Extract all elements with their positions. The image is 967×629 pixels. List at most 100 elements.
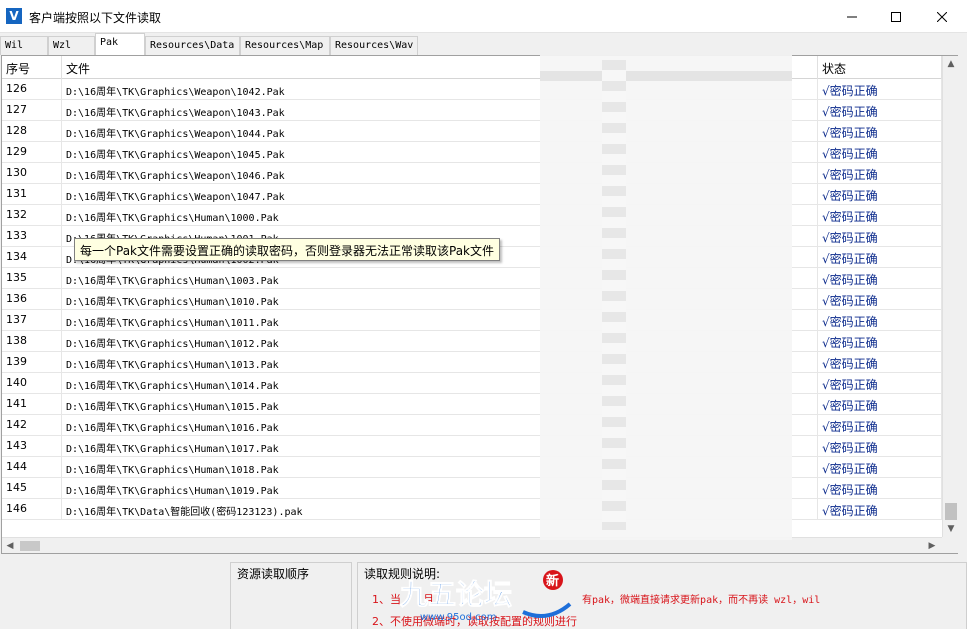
table-row[interactable]: 142 D:\16周年\TK\Graphics\Human\1016.Pak √密码…	[2, 415, 942, 436]
row-number: 137	[2, 310, 62, 330]
scroll-up-icon[interactable]: ▲	[943, 56, 959, 72]
scroll-right-icon[interactable]: ▶	[924, 538, 940, 554]
table-row[interactable]: 140 D:\16周年\TK\Graphics\Human\1014.Pak √密码…	[2, 373, 942, 394]
tab-wzl[interactable]: Wzl	[48, 36, 95, 55]
row-status: √密码正确	[818, 499, 942, 519]
rule-1-suffix: 有pak，微端直接请求更新pak，而不再读 wzl，wil	[582, 595, 821, 606]
table-row[interactable]: 141 D:\16周年\TK\Graphics\Human\1015.Pak √密码…	[2, 394, 942, 415]
table-row[interactable]: 130 D:\16周年\TK\Graphics\Weapon\1046.Pak √密…	[2, 163, 942, 184]
row-status: √密码正确	[818, 457, 942, 477]
table-row[interactable]: 131 D:\16周年\TK\Graphics\Weapon\1047.Pak √密…	[2, 184, 942, 205]
horizontal-scrollbar[interactable]: ◀ ▶	[2, 537, 942, 553]
row-number: 135	[2, 268, 62, 288]
row-number: 144	[2, 457, 62, 477]
row-number: 142	[2, 415, 62, 435]
resource-order-title: 资源读取顺序	[237, 567, 310, 581]
row-status: √密码正确	[818, 331, 942, 351]
row-number: 146	[2, 499, 62, 519]
scroll-down-icon[interactable]: ▼	[943, 521, 959, 537]
minimize-icon	[847, 16, 857, 17]
row-number: 130	[2, 163, 62, 183]
row-number: 140	[2, 373, 62, 393]
row-number: 143	[2, 436, 62, 456]
row-number: 129	[2, 142, 62, 162]
row-number: 145	[2, 478, 62, 498]
table-row[interactable]: 127 D:\16周年\TK\Graphics\Weapon\1043.Pak √密…	[2, 100, 942, 121]
scrollbar-corner	[942, 537, 958, 553]
row-number: 127	[2, 100, 62, 120]
column-header-number[interactable]: 序号	[2, 56, 62, 79]
tab-resources-map[interactable]: Resources\Map	[240, 36, 330, 55]
table-row[interactable]: 132 D:\16周年\TK\Graphics\Human\1000.Pak √密码…	[2, 205, 942, 226]
maximize-button[interactable]	[873, 0, 919, 33]
blur-strip	[602, 60, 626, 530]
app-icon: V	[6, 8, 22, 24]
table-row[interactable]: 146 D:\16周年\TK\Data\智能回收(密码123123).pak √密码…	[2, 499, 942, 520]
row-number: 126	[2, 79, 62, 99]
row-status: √密码正确	[818, 79, 942, 99]
table-row[interactable]: 128 D:\16周年\TK\Graphics\Weapon\1044.Pak √密…	[2, 121, 942, 142]
table-row[interactable]: 138 D:\16周年\TK\Graphics\Human\1012.Pak √密码…	[2, 331, 942, 352]
row-number: 132	[2, 205, 62, 225]
list-rows: 126 D:\16周年\TK\Graphics\Weapon\1042.Pak √密…	[2, 79, 942, 520]
pak-password-tooltip: 每一个Pak文件需要设置正确的读取密码，否则登录器无法正常读取该Pak文件	[74, 238, 501, 261]
minimize-button[interactable]	[829, 0, 875, 33]
row-status: √密码正确	[818, 310, 942, 330]
row-number: 141	[2, 394, 62, 414]
table-row[interactable]: 136 D:\16周年\TK\Graphics\Human\1010.Pak √密码…	[2, 289, 942, 310]
forum-watermark: 九五论坛 新 www.95od.com	[398, 568, 588, 626]
row-number: 139	[2, 352, 62, 372]
watermark-badge: 新	[546, 573, 559, 589]
scroll-left-icon[interactable]: ◀	[2, 538, 18, 554]
title-bar: V 客户端按照以下文件读取	[0, 0, 967, 33]
row-status: √密码正确	[818, 142, 942, 162]
maximize-icon	[891, 11, 901, 22]
rule-1-prefix: 1、当	[372, 593, 401, 606]
watermark-swoosh	[522, 602, 572, 619]
watermark-url: www.95od.com	[420, 612, 497, 623]
vertical-scroll-thumb[interactable]	[945, 503, 957, 520]
row-status: √密码正确	[818, 163, 942, 183]
watermark-logo: 九五论坛 新 www.95od.com	[400, 570, 572, 623]
row-status: √密码正确	[818, 184, 942, 204]
row-number: 128	[2, 121, 62, 141]
close-button[interactable]	[919, 0, 965, 33]
table-row[interactable]: 145 D:\16周年\TK\Graphics\Human\1019.Pak √密码…	[2, 478, 942, 499]
row-status: √密码正确	[818, 268, 942, 288]
tab-resources-wav[interactable]: Resources\Wav	[330, 36, 418, 55]
row-status: √密码正确	[818, 478, 942, 498]
row-status: √密码正确	[818, 121, 942, 141]
table-row[interactable]: 135 D:\16周年\TK\Graphics\Human\1003.Pak √密码…	[2, 268, 942, 289]
table-row[interactable]: 137 D:\16周年\TK\Graphics\Human\1011.Pak √密码…	[2, 310, 942, 331]
tab-wil[interactable]: Wil	[0, 36, 48, 55]
row-status: √密码正确	[818, 247, 942, 267]
table-row[interactable]: 143 D:\16周年\TK\Graphics\Human\1017.Pak √密码…	[2, 436, 942, 457]
table-row[interactable]: 129 D:\16周年\TK\Graphics\Weapon\1045.Pak √密…	[2, 142, 942, 163]
row-status: √密码正确	[818, 436, 942, 456]
table-row[interactable]: 144 D:\16周年\TK\Graphics\Human\1018.Pak √密码…	[2, 457, 942, 478]
row-status: √密码正确	[818, 100, 942, 120]
column-header-status[interactable]: 状态	[818, 56, 942, 79]
close-icon	[937, 11, 947, 22]
horizontal-scroll-thumb[interactable]	[20, 541, 40, 551]
tab-strip: Wil Wzl Pak Resources\Data Resources\Map…	[0, 33, 967, 55]
tab-pak[interactable]: Pak	[95, 33, 145, 55]
row-status: √密码正确	[818, 373, 942, 393]
window-title: 客户端按照以下文件读取	[29, 11, 162, 25]
file-list[interactable]: 序号 文件 状态 126 D:\16周年\TK\Graphics\Weapon\1…	[1, 55, 958, 554]
blur-band	[540, 71, 792, 81]
vertical-scrollbar[interactable]: ▲ ▼	[942, 56, 958, 537]
row-status: √密码正确	[818, 289, 942, 309]
redaction-blur	[540, 55, 792, 540]
row-number: 134	[2, 247, 62, 267]
row-status: √密码正确	[818, 226, 942, 246]
row-number: 138	[2, 331, 62, 351]
row-status: √密码正确	[818, 415, 942, 435]
resource-order-panel: 资源读取顺序	[230, 562, 352, 629]
table-row[interactable]: 126 D:\16周年\TK\Graphics\Weapon\1042.Pak √密…	[2, 79, 942, 100]
watermark-text: 九五论坛	[400, 578, 512, 611]
row-number: 136	[2, 289, 62, 309]
table-row[interactable]: 139 D:\16周年\TK\Graphics\Human\1013.Pak √密码…	[2, 352, 942, 373]
tab-resources-data[interactable]: Resources\Data	[145, 36, 240, 55]
row-status: √密码正确	[818, 352, 942, 372]
